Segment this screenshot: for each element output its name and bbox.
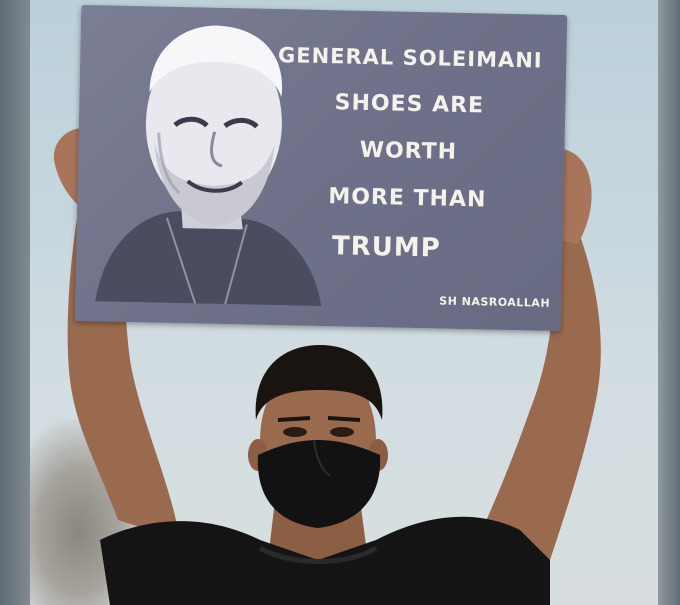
sign-line-4: MORE THAN — [328, 184, 487, 213]
frame-edge-left — [0, 0, 30, 605]
sign-line-2: SHOES ARE — [334, 90, 485, 119]
sign-credit: SH NASROALLAH — [439, 294, 551, 310]
protest-sign: GENERAL SOLEIMANI SHOES ARE WORTH MORE T… — [74, 4, 568, 332]
sign-line-1: GENERAL SOLEIMANI — [277, 43, 543, 73]
sign-message: GENERAL SOLEIMANI SHOES ARE WORTH MORE T… — [266, 43, 551, 288]
sign-line-3: WORTH — [359, 137, 458, 165]
photo-frame: GENERAL SOLEIMANI SHOES ARE WORTH MORE T… — [0, 0, 680, 605]
sign-line-5: TRUMP — [331, 231, 442, 264]
frame-edge-right — [658, 0, 680, 605]
